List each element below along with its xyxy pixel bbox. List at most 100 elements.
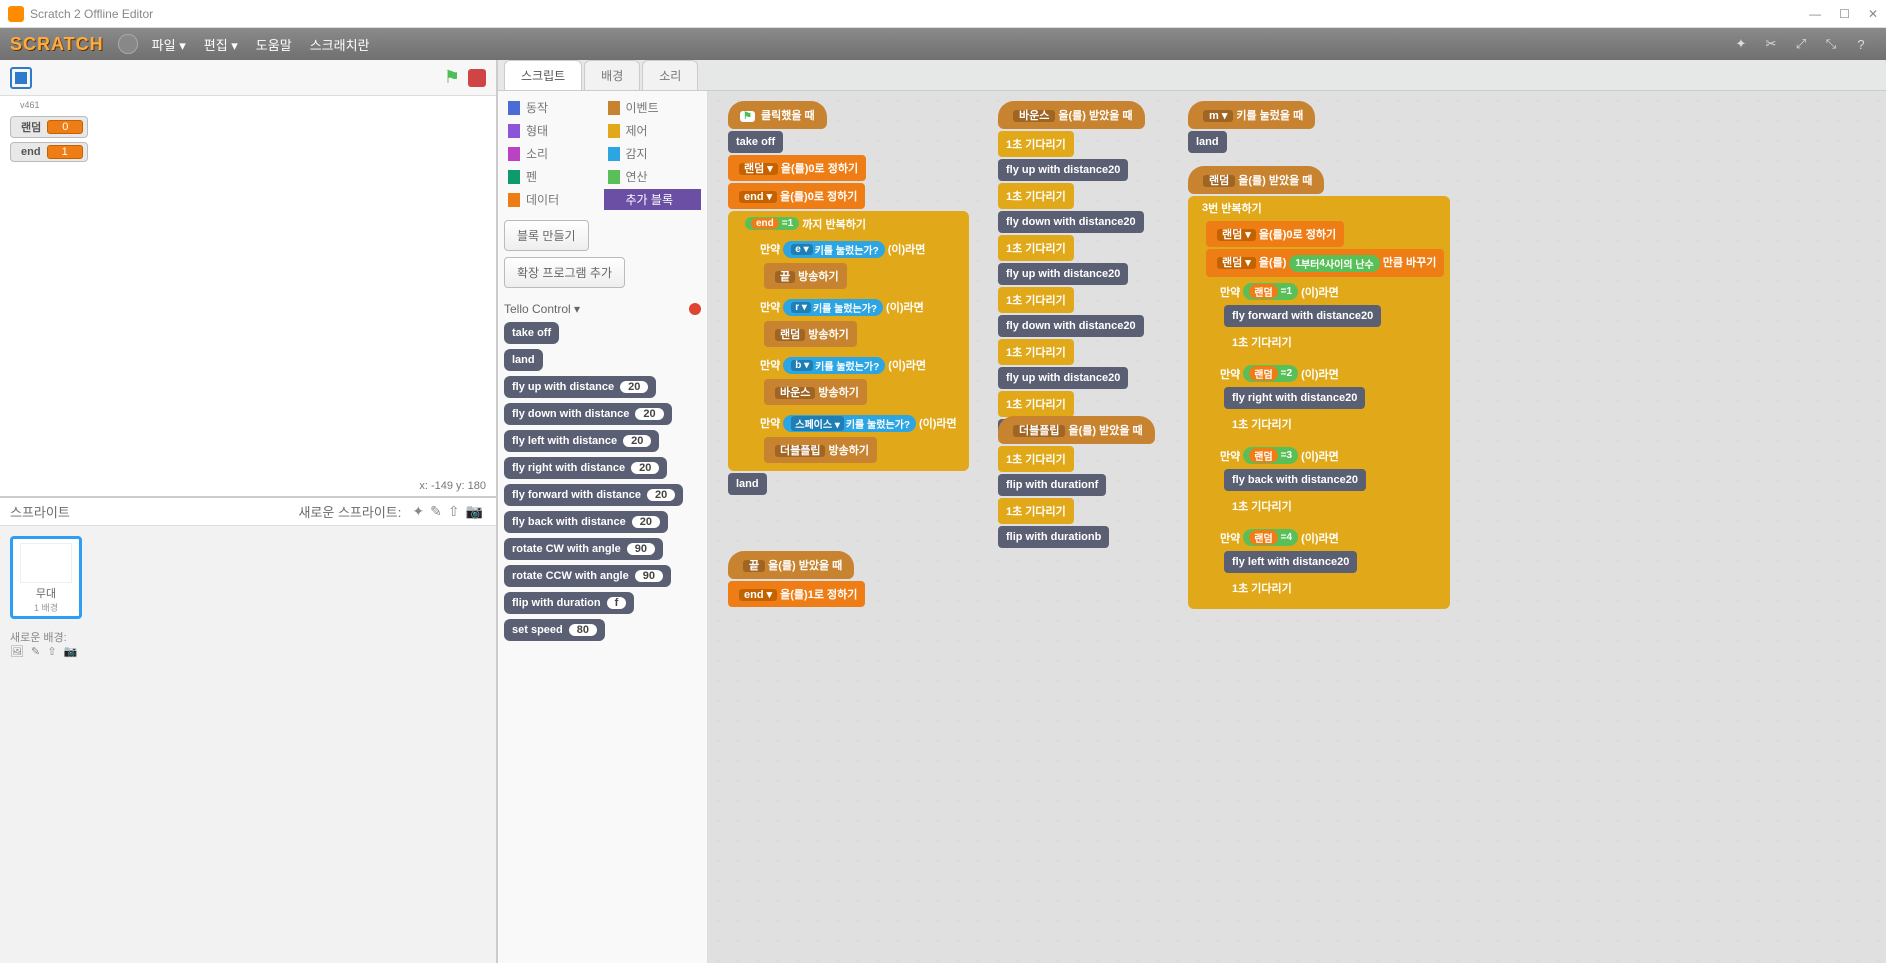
block-if[interactable]: 만약b ▾키를 눌렀는가?(이)라면 바운스방송하기 bbox=[746, 353, 932, 409]
add-extension-button[interactable]: 확장 프로그램 추가 bbox=[504, 257, 625, 288]
fullscreen-icon[interactable] bbox=[10, 67, 32, 89]
script-stack[interactable]: 랜덤을(를) 받았을 때 3번 반복하기 랜덤 ▾을(를)0로 정하기 랜덤 ▾… bbox=[1188, 166, 1450, 609]
palette-block[interactable]: fly back with distance20 bbox=[504, 511, 668, 533]
shrink-icon[interactable]: ⤡ bbox=[1822, 35, 1840, 53]
hat-when-key-pressed[interactable]: m ▾키를 눌렀을 때 bbox=[1188, 101, 1315, 129]
menu-about[interactable]: 스크래치란 bbox=[310, 35, 370, 54]
cat-operators[interactable]: 연산 bbox=[604, 166, 702, 187]
block-if[interactable]: 만약스페이스 ▾키를 눌렀는가?(이)라면 더블플립방송하기 bbox=[746, 411, 963, 467]
backdrop-camera-icon[interactable]: 📷 bbox=[64, 646, 78, 658]
script-stack[interactable]: ⚑클릭했을 때 take off 랜덤 ▾을(를)0로 정하기 end ▾을(를… bbox=[728, 101, 969, 495]
block-repeat-until[interactable]: end = 1까지 반복하기 만약e ▾키를 눌렀는가?(이)라면 끝방송하기 … bbox=[728, 211, 969, 471]
paint-icon[interactable]: ✎ bbox=[430, 503, 442, 520]
cat-motion[interactable]: 동작 bbox=[504, 97, 602, 118]
block-wait[interactable]: 1초 기다리기 bbox=[998, 183, 1074, 209]
minimize-button[interactable]: — bbox=[1809, 7, 1821, 21]
stage-thumbnail[interactable]: 무대 1 배경 bbox=[10, 536, 82, 619]
block-if[interactable]: 만약랜덤 = 3(이)라면 fly back with distance20 1… bbox=[1206, 443, 1372, 523]
block-land[interactable]: land bbox=[728, 473, 767, 495]
script-stack[interactable]: 끝을(를) 받았을 때 end ▾을(를)1로 정하기 bbox=[728, 551, 865, 607]
palette-block[interactable]: rotate CCW with angle90 bbox=[504, 565, 671, 587]
block-set-var[interactable]: end ▾을(를)0로 정하기 bbox=[728, 183, 865, 209]
camera-icon[interactable]: 📷 bbox=[466, 503, 483, 520]
block-fly-right[interactable]: fly right with distance20 bbox=[1224, 387, 1365, 409]
block-broadcast[interactable]: 끝방송하기 bbox=[764, 263, 847, 289]
help-icon[interactable]: ? bbox=[1852, 35, 1870, 53]
block-fly-forward[interactable]: fly forward with distance20 bbox=[1224, 305, 1381, 327]
block-if[interactable]: 만약랜덤 = 2(이)라면 fly right with distance20 … bbox=[1206, 361, 1371, 441]
hat-when-receive[interactable]: 랜덤을(를) 받았을 때 bbox=[1188, 166, 1324, 194]
block-wait[interactable]: 1초 기다리기 bbox=[998, 235, 1074, 261]
block-fly-down[interactable]: fly down with distance20 bbox=[998, 211, 1144, 233]
tab-scripts[interactable]: 스크립트 bbox=[504, 60, 582, 90]
cat-more-blocks[interactable]: 추가 블록 bbox=[604, 189, 702, 210]
tab-costumes[interactable]: 배경 bbox=[584, 60, 640, 90]
cat-data[interactable]: 데이터 bbox=[504, 189, 602, 210]
block-fly-up[interactable]: fly up with distance20 bbox=[998, 367, 1128, 389]
block-broadcast[interactable]: 바운스방송하기 bbox=[764, 379, 867, 405]
backdrop-library-icon[interactable]: 🖼 bbox=[10, 646, 24, 658]
cat-sound[interactable]: 소리 bbox=[504, 143, 602, 164]
block-land[interactable]: land bbox=[1188, 131, 1227, 153]
block-fly-up[interactable]: fly up with distance20 bbox=[998, 159, 1128, 181]
block-set-var[interactable]: 랜덤 ▾을(를)0로 정하기 bbox=[1206, 221, 1344, 247]
variable-monitor[interactable]: 랜덤 0 bbox=[10, 116, 88, 138]
cat-pen[interactable]: 펜 bbox=[504, 166, 602, 187]
cat-events[interactable]: 이벤트 bbox=[604, 97, 702, 118]
script-stack[interactable]: 바운스을(를) 받았을 때 1초 기다리기 fly up with distan… bbox=[998, 101, 1145, 441]
block-if[interactable]: 만약랜덤 = 4(이)라면 fly left with distance20 1… bbox=[1206, 525, 1363, 605]
block-repeat[interactable]: 3번 반복하기 랜덤 ▾을(를)0로 정하기 랜덤 ▾을(를)1부터4사이의 난… bbox=[1188, 196, 1450, 609]
block-wait[interactable]: 1초 기다리기 bbox=[998, 131, 1074, 157]
green-flag-icon[interactable]: ⚑ bbox=[444, 67, 460, 88]
block-fly-up[interactable]: fly up with distance20 bbox=[998, 263, 1128, 285]
language-globe-icon[interactable] bbox=[118, 34, 138, 54]
maximize-button[interactable]: ☐ bbox=[1839, 7, 1850, 21]
block-wait[interactable]: 1초 기다리기 bbox=[1224, 575, 1300, 601]
block-if[interactable]: 만약r ▾키를 눌렀는가?(이)라면 랜덤방송하기 bbox=[746, 295, 930, 351]
variable-monitor[interactable]: end 1 bbox=[10, 142, 88, 162]
cat-looks[interactable]: 형태 bbox=[504, 120, 602, 141]
block-wait[interactable]: 1초 기다리기 bbox=[1224, 493, 1300, 519]
block-flip[interactable]: flip with durationf bbox=[998, 474, 1106, 496]
palette-block[interactable]: set speed80 bbox=[504, 619, 605, 641]
block-wait[interactable]: 1초 기다리기 bbox=[998, 339, 1074, 365]
palette-block[interactable]: flip with durationf bbox=[504, 592, 634, 614]
palette-block[interactable]: rotate CW with angle90 bbox=[504, 538, 663, 560]
block-flip[interactable]: flip with durationb bbox=[998, 526, 1109, 548]
script-stack[interactable]: m ▾키를 눌렀을 때 land bbox=[1188, 101, 1315, 153]
hat-when-flag-clicked[interactable]: ⚑클릭했을 때 bbox=[728, 101, 827, 129]
script-canvas[interactable]: ⚑클릭했을 때 take off 랜덤 ▾을(를)0로 정하기 end ▾을(를… bbox=[708, 91, 1886, 963]
backdrop-paint-icon[interactable]: ✎ bbox=[31, 646, 40, 658]
menu-edit[interactable]: 편집 ▾ bbox=[204, 35, 238, 54]
grow-icon[interactable]: ⤢ bbox=[1792, 35, 1810, 53]
close-button[interactable]: ✕ bbox=[1868, 7, 1878, 21]
block-wait[interactable]: 1초 기다리기 bbox=[998, 287, 1074, 313]
script-stack[interactable]: 더블플립을(를) 받았을 때 1초 기다리기 flip with duratio… bbox=[998, 416, 1155, 548]
block-if[interactable]: 만약e ▾키를 눌렀는가?(이)라면 끝방송하기 bbox=[746, 237, 931, 293]
block-fly-down[interactable]: fly down with distance20 bbox=[998, 315, 1144, 337]
block-set-var[interactable]: end ▾을(를)1로 정하기 bbox=[728, 581, 865, 607]
palette-block[interactable]: fly left with distance20 bbox=[504, 430, 659, 452]
block-broadcast[interactable]: 더블플립방송하기 bbox=[764, 437, 877, 463]
hat-when-receive[interactable]: 바운스을(를) 받았을 때 bbox=[998, 101, 1145, 129]
block-change-var[interactable]: 랜덤 ▾을(를)1부터4사이의 난수만큼 바꾸기 bbox=[1206, 249, 1444, 277]
palette-block[interactable]: fly down with distance20 bbox=[504, 403, 672, 425]
upload-icon[interactable]: ⇧ bbox=[448, 503, 460, 520]
backdrop-upload-icon[interactable]: ⇧ bbox=[47, 646, 56, 658]
palette-block[interactable]: land bbox=[504, 349, 543, 371]
tab-sounds[interactable]: 소리 bbox=[642, 60, 698, 90]
block-wait[interactable]: 1초 기다리기 bbox=[998, 446, 1074, 472]
library-icon[interactable]: ✦ bbox=[412, 503, 424, 520]
block-wait[interactable]: 1초 기다리기 bbox=[998, 498, 1074, 524]
stamp-icon[interactable]: ✦ bbox=[1732, 35, 1750, 53]
menu-help[interactable]: 도움말 bbox=[256, 35, 292, 54]
cat-sensing[interactable]: 감지 bbox=[604, 143, 702, 164]
hat-when-receive[interactable]: 더블플립을(를) 받았을 때 bbox=[998, 416, 1155, 444]
stop-icon[interactable] bbox=[468, 69, 486, 87]
block-wait[interactable]: 1초 기다리기 bbox=[1224, 411, 1300, 437]
hat-when-receive[interactable]: 끝을(를) 받았을 때 bbox=[728, 551, 854, 579]
block-set-var[interactable]: 랜덤 ▾을(를)0로 정하기 bbox=[728, 155, 866, 181]
cat-control[interactable]: 제어 bbox=[604, 120, 702, 141]
block-broadcast[interactable]: 랜덤방송하기 bbox=[764, 321, 857, 347]
menu-file[interactable]: 파일 ▾ bbox=[152, 35, 186, 54]
